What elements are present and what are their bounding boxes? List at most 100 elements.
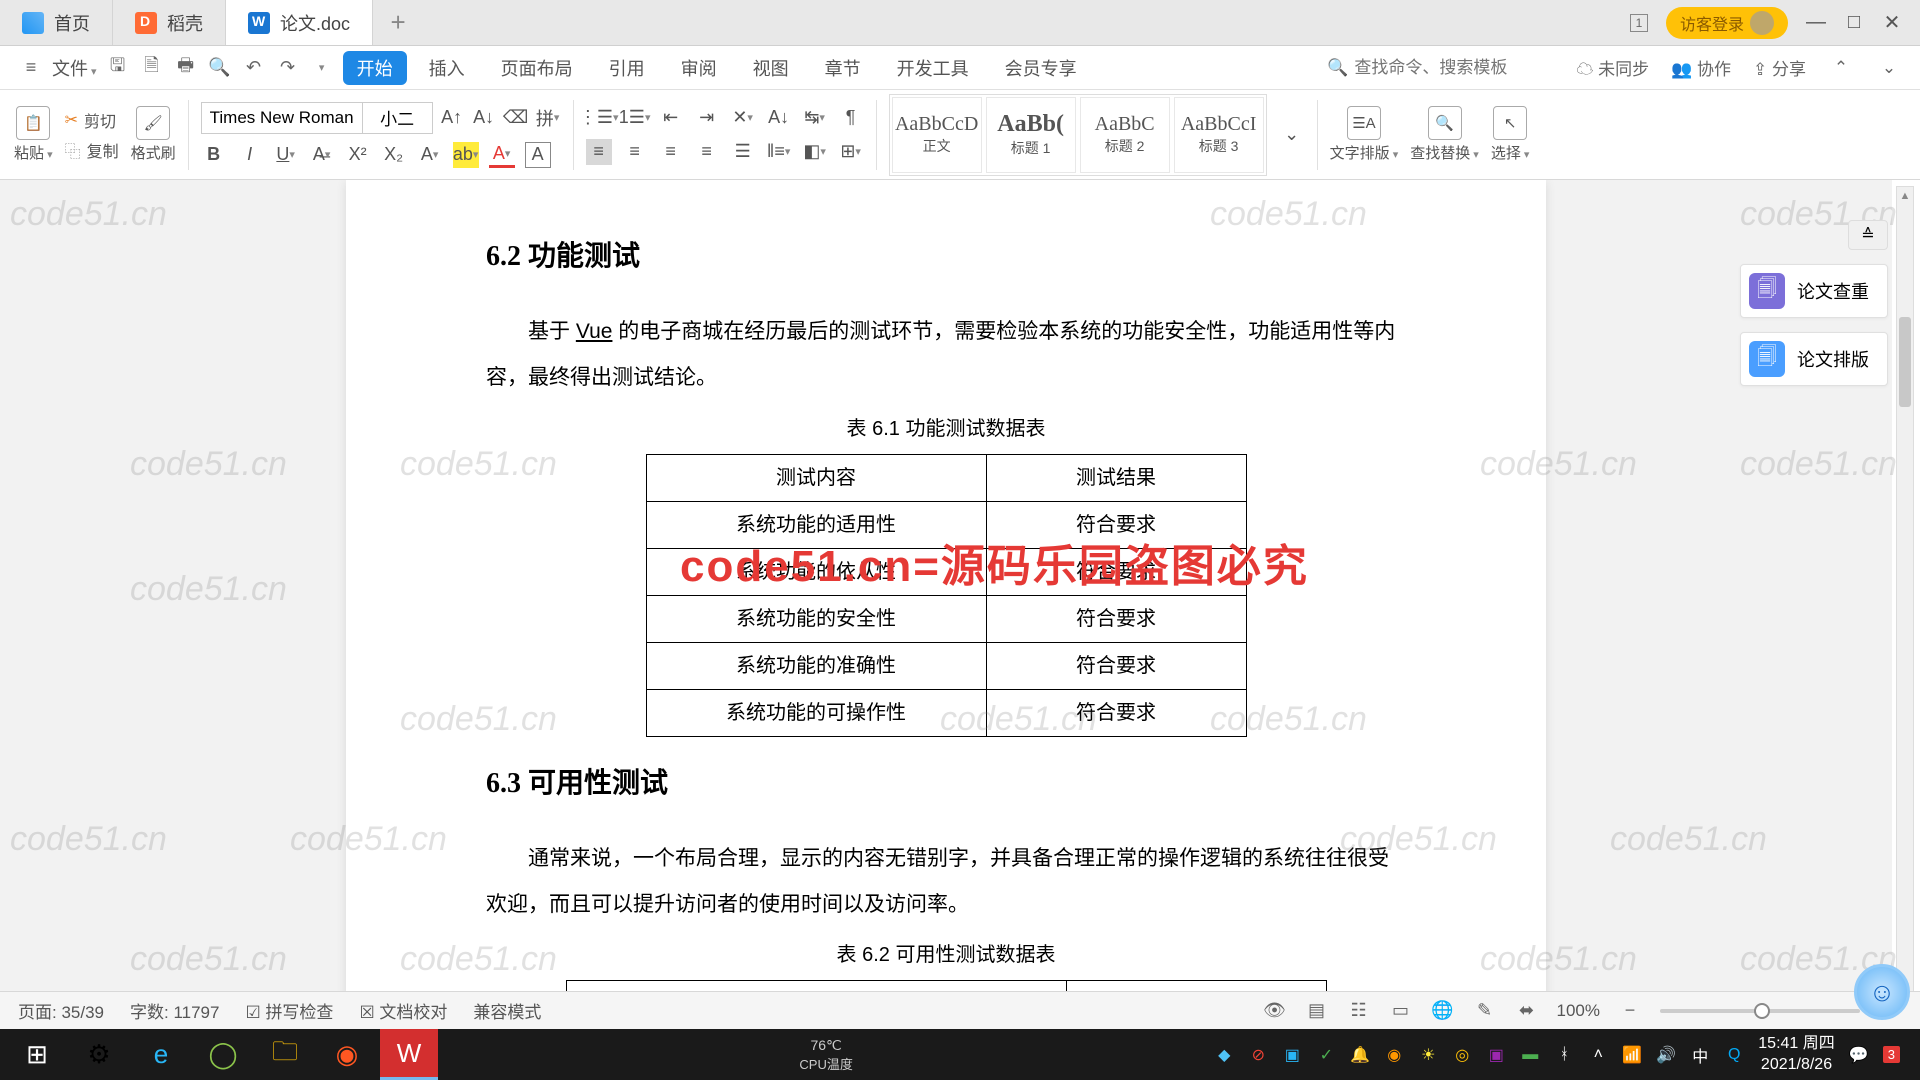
style-heading3[interactable]: AaBbCcI标题 3: [1174, 97, 1264, 173]
tray-icon[interactable]: ⊘: [1248, 1045, 1268, 1065]
menu-insert[interactable]: 插入: [415, 51, 479, 85]
format-painter[interactable]: 🖌格式刷: [131, 106, 176, 163]
zoom-slider[interactable]: [1660, 1009, 1860, 1013]
collapse-ribbon-icon[interactable]: ⌃: [1828, 55, 1854, 81]
text-layout[interactable]: ☰A文字排版: [1330, 106, 1399, 163]
menu-review[interactable]: 审阅: [667, 51, 731, 85]
vertical-scrollbar[interactable]: ▲ ▼: [1896, 186, 1914, 1024]
char-border-icon[interactable]: A: [525, 142, 551, 168]
ime-icon[interactable]: 中: [1690, 1045, 1710, 1065]
tray-icon[interactable]: ▬: [1520, 1045, 1540, 1065]
shading-icon[interactable]: ◧: [802, 139, 828, 165]
font-family-input[interactable]: [202, 103, 362, 133]
web-view-icon[interactable]: 🌐: [1431, 999, 1455, 1023]
style-normal[interactable]: AaBbCcD正文: [892, 97, 982, 173]
wifi-icon[interactable]: 📶: [1622, 1045, 1642, 1065]
strikethrough-icon[interactable]: A̶: [309, 142, 335, 168]
tray-icon[interactable]: ◉: [1384, 1045, 1404, 1065]
print-preview-icon[interactable]: 🗎: [139, 55, 165, 81]
align-left-icon[interactable]: ≡: [586, 139, 612, 165]
share-button[interactable]: ⇪ 分享: [1753, 55, 1806, 80]
explorer-icon[interactable]: 🗀: [256, 1029, 314, 1080]
command-search[interactable]: 🔍: [1327, 58, 1554, 78]
underline-icon[interactable]: U: [273, 142, 299, 168]
taskbar-clock[interactable]: 15:41 周四2021/8/26: [1758, 1034, 1835, 1076]
tab-doke[interactable]: 稻壳: [113, 0, 226, 45]
wps-icon[interactable]: W: [380, 1029, 438, 1080]
paste-group[interactable]: 📋粘贴: [14, 106, 53, 163]
cpu-widget[interactable]: 76℃ CPU温度: [799, 1037, 852, 1073]
scroll-thumb[interactable]: [1899, 317, 1911, 407]
text-effect-icon[interactable]: A: [417, 142, 443, 168]
justify-icon[interactable]: ≡: [694, 139, 720, 165]
tray-icon[interactable]: ▣: [1282, 1045, 1302, 1065]
distribute-icon[interactable]: ☰: [730, 139, 756, 165]
tab-document[interactable]: 论文.doc: [226, 0, 373, 45]
char-scale-icon[interactable]: ✕: [730, 105, 756, 131]
italic-icon[interactable]: I: [237, 142, 263, 168]
reading-view-icon[interactable]: ▭: [1389, 999, 1413, 1023]
expand-ribbon-icon[interactable]: ⌄: [1876, 55, 1902, 81]
font-color-icon[interactable]: A: [489, 142, 515, 168]
tray-icon[interactable]: Q: [1724, 1045, 1744, 1065]
tray-up-icon[interactable]: ˄: [1588, 1045, 1608, 1065]
increase-indent-icon[interactable]: ⇥: [694, 105, 720, 131]
menu-member[interactable]: 会员专享: [991, 51, 1091, 85]
style-gallery[interactable]: AaBbCcD正文 AaBb(标题 1 AaBbC标题 2 AaBbCcI标题 …: [889, 94, 1267, 176]
menu-layout[interactable]: 页面布局: [487, 51, 587, 85]
search-input[interactable]: [1354, 58, 1554, 78]
login-button[interactable]: 访客登录: [1666, 7, 1788, 39]
spell-check[interactable]: ☑ 拼写检查: [245, 998, 333, 1023]
save-icon[interactable]: 🖫: [105, 55, 131, 81]
more-icon[interactable]: [309, 55, 335, 81]
app-icon[interactable]: ◉: [318, 1029, 376, 1080]
tab-home[interactable]: 首页: [0, 0, 113, 45]
obs-icon[interactable]: ⚙: [70, 1029, 128, 1080]
align-right-icon[interactable]: ≡: [658, 139, 684, 165]
clear-format-icon[interactable]: ⌫: [503, 105, 529, 131]
tray-icon[interactable]: ✓: [1316, 1045, 1336, 1065]
file-menu[interactable]: 文件: [52, 55, 97, 81]
line-spacing-icon[interactable]: ‖≡: [766, 139, 792, 165]
increase-font-icon[interactable]: A↑: [439, 105, 465, 131]
redo-icon[interactable]: ↷: [275, 55, 301, 81]
bold-icon[interactable]: B: [201, 142, 227, 168]
page-indicator[interactable]: 页面: 35/39: [18, 998, 104, 1023]
sort-icon[interactable]: A↓: [766, 105, 792, 131]
thesis-layout-button[interactable]: 🗐论文排版: [1740, 332, 1888, 386]
menu-view[interactable]: 视图: [739, 51, 803, 85]
border-icon[interactable]: ⊞: [838, 139, 864, 165]
notifications-icon[interactable]: 🔔: [1350, 1045, 1370, 1065]
word-count[interactable]: 字数: 11797: [130, 998, 219, 1023]
decrease-indent-icon[interactable]: ⇤: [658, 105, 684, 131]
show-marks-icon[interactable]: ¶: [838, 105, 864, 131]
minimize-button[interactable]: —: [1806, 13, 1826, 33]
zoom-level[interactable]: 100%: [1557, 1001, 1600, 1021]
phonetic-icon[interactable]: 拼: [535, 105, 561, 131]
action-center-icon[interactable]: 💬: [1849, 1045, 1869, 1065]
preview-icon[interactable]: 🔍: [207, 55, 233, 81]
font-size-input[interactable]: [362, 103, 432, 133]
numbering-icon[interactable]: 1☰: [622, 105, 648, 131]
maximize-button[interactable]: □: [1844, 13, 1864, 33]
select-menu[interactable]: ↖选择: [1491, 106, 1530, 163]
start-button[interactable]: ⊞: [8, 1029, 66, 1080]
menu-devtools[interactable]: 开发工具: [883, 51, 983, 85]
subscript-icon[interactable]: X₂: [381, 142, 407, 168]
undo-icon[interactable]: ↶: [241, 55, 267, 81]
style-heading1[interactable]: AaBb(标题 1: [986, 97, 1076, 173]
find-replace[interactable]: 🔍查找替换: [1410, 106, 1479, 163]
collaborate-button[interactable]: 👥 协作: [1671, 55, 1731, 80]
decrease-font-icon[interactable]: A↓: [471, 105, 497, 131]
edit-icon[interactable]: ✎: [1473, 999, 1497, 1023]
tray-icon[interactable]: ◆: [1214, 1045, 1234, 1065]
thesis-check-button[interactable]: 🗐论文查重: [1740, 264, 1888, 318]
bullets-icon[interactable]: ⋮☰: [586, 105, 612, 131]
fit-width-icon[interactable]: ⬌: [1515, 999, 1539, 1023]
window-count[interactable]: 1: [1630, 14, 1648, 32]
document-viewport[interactable]: 6.2 功能测试 基于 Vue 的电子商城在经历最后的测试环节，需要检验本系统的…: [0, 180, 1892, 1029]
tab-symbol-icon[interactable]: ↹: [802, 105, 828, 131]
bluetooth-icon[interactable]: ᚼ: [1554, 1045, 1574, 1065]
style-more-icon[interactable]: ⌄: [1279, 122, 1305, 148]
tray-icon[interactable]: ▣: [1486, 1045, 1506, 1065]
